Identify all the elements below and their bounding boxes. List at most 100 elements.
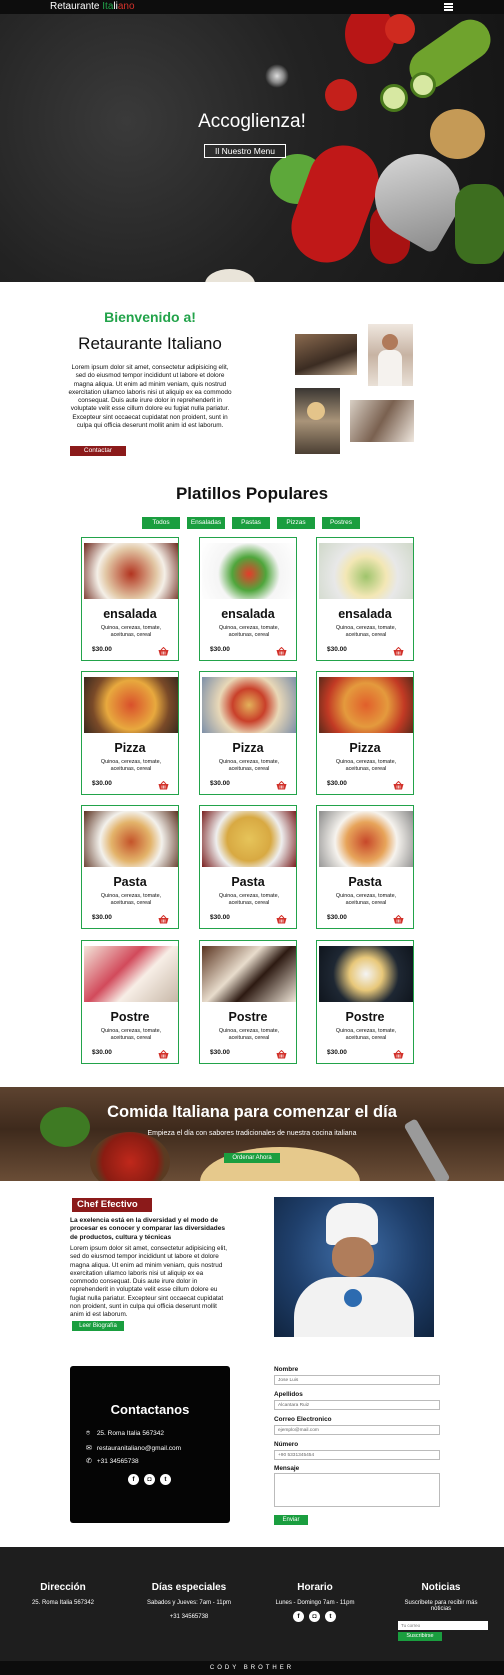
dish-card[interactable]: Pizza Quinoa, cerezas, tomate, aceitunas,… xyxy=(81,671,179,795)
brand-text-red: ano xyxy=(117,1,135,12)
dish-photo xyxy=(319,811,413,867)
order-button[interactable]: Ordenar Ahora xyxy=(224,1153,280,1163)
dish-price: $30.00 xyxy=(210,646,230,653)
dish-title: Pizza xyxy=(232,741,264,755)
biography-button[interactable]: Leer Biografía xyxy=(72,1321,124,1331)
footer-news-text: Suscribete para recibir más noticias xyxy=(404,1600,478,1612)
dish-card[interactable]: Postre Quinoa, cerezas, tomate, aceitunas… xyxy=(81,940,179,1064)
dish-card[interactable]: ensalada Quinoa, cerezas, tomate, aceitun… xyxy=(316,537,414,661)
number-label: Número xyxy=(274,1441,299,1448)
dish-card[interactable]: ensalada Quinoa, cerezas, tomate, aceitun… xyxy=(81,537,179,661)
submit-button[interactable]: Enviar xyxy=(274,1515,308,1525)
hamburger-icon[interactable] xyxy=(444,3,453,11)
dish-title: Postre xyxy=(110,1010,150,1024)
dish-description: Quinoa, cerezas, tomate, aceitunas, cere… xyxy=(335,625,397,638)
message-textarea[interactable] xyxy=(274,1473,440,1507)
dish-card[interactable]: Pizza Quinoa, cerezas, tomate, aceitunas,… xyxy=(316,671,414,795)
dish-title: ensalada xyxy=(221,607,275,621)
subscribe-button[interactable]: Suscribirse xyxy=(398,1632,442,1641)
dish-title: Postre xyxy=(228,1010,268,1024)
dish-title: Postre xyxy=(345,1010,385,1024)
cart-icon[interactable] xyxy=(393,1046,404,1059)
restaurant-photo xyxy=(350,400,414,442)
dish-card[interactable]: Pasta Quinoa, cerezas, tomate, aceitunas,… xyxy=(81,805,179,929)
dish-price: $30.00 xyxy=(92,646,112,653)
footer-specials-phone: +31 34565738 xyxy=(169,1614,209,1620)
footer-specials-title: Días especiales xyxy=(151,1582,227,1593)
cart-icon[interactable] xyxy=(276,643,287,656)
lastname-label: Apellidos xyxy=(274,1391,303,1398)
facebook-icon[interactable]: f xyxy=(293,1611,304,1622)
cart-icon[interactable] xyxy=(393,777,404,790)
cart-icon[interactable] xyxy=(158,643,169,656)
welcome-subtitle: Bienvenido a! xyxy=(104,309,196,325)
contact-title: Contactanos xyxy=(110,1402,190,1417)
brand-text: Retaurante xyxy=(50,1,103,12)
dish-price: $30.00 xyxy=(327,1049,347,1056)
cart-icon[interactable] xyxy=(158,1046,169,1059)
dish-description: Quinoa, cerezas, tomate, aceitunas, cere… xyxy=(218,625,280,638)
sauce-bowl-decoration xyxy=(90,1132,170,1181)
dish-card[interactable]: Postre Quinoa, cerezas, tomate, aceitunas… xyxy=(199,940,297,1064)
lastname-input[interactable]: Alcantara Ruiz xyxy=(274,1400,440,1410)
cart-icon[interactable] xyxy=(158,911,169,924)
dish-card[interactable]: Pizza Quinoa, cerezas, tomate, aceitunas,… xyxy=(199,671,297,795)
dish-price: $30.00 xyxy=(210,914,230,921)
cart-icon[interactable] xyxy=(276,777,287,790)
dish-price: $30.00 xyxy=(327,646,347,653)
contact-address-text: 25. Roma Italia 567342 xyxy=(96,1430,165,1437)
filter-todos[interactable]: Todos xyxy=(142,517,180,529)
dish-description: Quinoa, cerezas, tomate, aceitunas, cere… xyxy=(100,1028,162,1041)
email-label: Correo Electronico xyxy=(274,1416,332,1423)
email-input[interactable]: ejemplo@mail.com xyxy=(274,1425,440,1435)
dish-photo xyxy=(84,543,178,599)
dish-card[interactable]: Pasta Quinoa, cerezas, tomate, aceitunas,… xyxy=(316,805,414,929)
knife-decoration xyxy=(403,1118,451,1181)
welcome-title: Retaurante Italiano xyxy=(78,334,222,353)
cart-icon[interactable] xyxy=(276,911,287,924)
dish-photo xyxy=(202,543,296,599)
newsletter-input[interactable]: Tu correo xyxy=(398,1621,488,1630)
name-input[interactable]: Jose Luis xyxy=(274,1375,440,1385)
facebook-icon[interactable]: f xyxy=(128,1474,139,1485)
cart-icon[interactable] xyxy=(393,643,404,656)
filter-postres[interactable]: Postres xyxy=(322,517,360,529)
instagram-icon[interactable]: ◘ xyxy=(144,1474,155,1485)
contact-address: ⌾ 25. Roma Italia 567342 xyxy=(86,1430,164,1438)
contact-phone-text: +31 34565738 xyxy=(96,1458,139,1465)
tomato-decoration xyxy=(385,14,415,44)
dish-description: Quinoa, cerezas, tomate, aceitunas, cere… xyxy=(218,1028,280,1041)
footer-address-title: Dirección xyxy=(40,1582,86,1593)
dish-description: Quinoa, cerezas, tomate, aceitunas, cere… xyxy=(100,625,162,638)
contact-phone[interactable]: ✆ +31 34565738 xyxy=(86,1457,139,1465)
promo-banner: Comida Italiana para comenzar el día Emp… xyxy=(0,1087,504,1181)
dish-card[interactable]: Pasta Quinoa, cerezas, tomate, aceitunas,… xyxy=(199,805,297,929)
chef-lead: La exelencia está en la diversidad y el … xyxy=(70,1217,226,1241)
contact-button[interactable]: Contactar xyxy=(70,446,126,456)
dish-price: $30.00 xyxy=(327,780,347,787)
dish-price: $30.00 xyxy=(327,914,347,921)
dish-title: Pasta xyxy=(348,875,382,889)
filter-pizzas[interactable]: Pizzas xyxy=(277,517,315,529)
instagram-icon[interactable]: ◘ xyxy=(309,1611,320,1622)
twitter-icon[interactable]: t xyxy=(325,1611,336,1622)
contact-email[interactable]: ✉ restauranitaliano@gmail.com xyxy=(86,1444,181,1452)
dish-card[interactable]: Postre Quinoa, cerezas, tomate, aceitunas… xyxy=(316,940,414,1064)
dish-photo xyxy=(84,946,178,1002)
cart-icon[interactable] xyxy=(158,777,169,790)
filter-ensaladas[interactable]: Ensaladas xyxy=(187,517,225,529)
dish-card[interactable]: ensalada Quinoa, cerezas, tomate, aceitun… xyxy=(199,537,297,661)
twitter-icon[interactable]: t xyxy=(160,1474,171,1485)
brand-logo[interactable]: Retaurante Italiano xyxy=(50,1,135,12)
dish-title: Pizza xyxy=(349,741,381,755)
number-input[interactable]: +90 5331345454 xyxy=(274,1450,440,1460)
cart-icon[interactable] xyxy=(276,1046,287,1059)
footer-address-text: 25. Roma Italia 567342 xyxy=(31,1600,95,1606)
location-icon: ⌾ xyxy=(86,1430,91,1437)
hero-section: Accoglienza! Il Nuestro Menu xyxy=(0,14,504,282)
filter-pastas[interactable]: Pastas xyxy=(232,517,270,529)
salt-decoration xyxy=(265,64,289,88)
restaurant-photo xyxy=(295,334,357,375)
menu-button[interactable]: Il Nuestro Menu xyxy=(204,144,286,158)
cart-icon[interactable] xyxy=(393,911,404,924)
